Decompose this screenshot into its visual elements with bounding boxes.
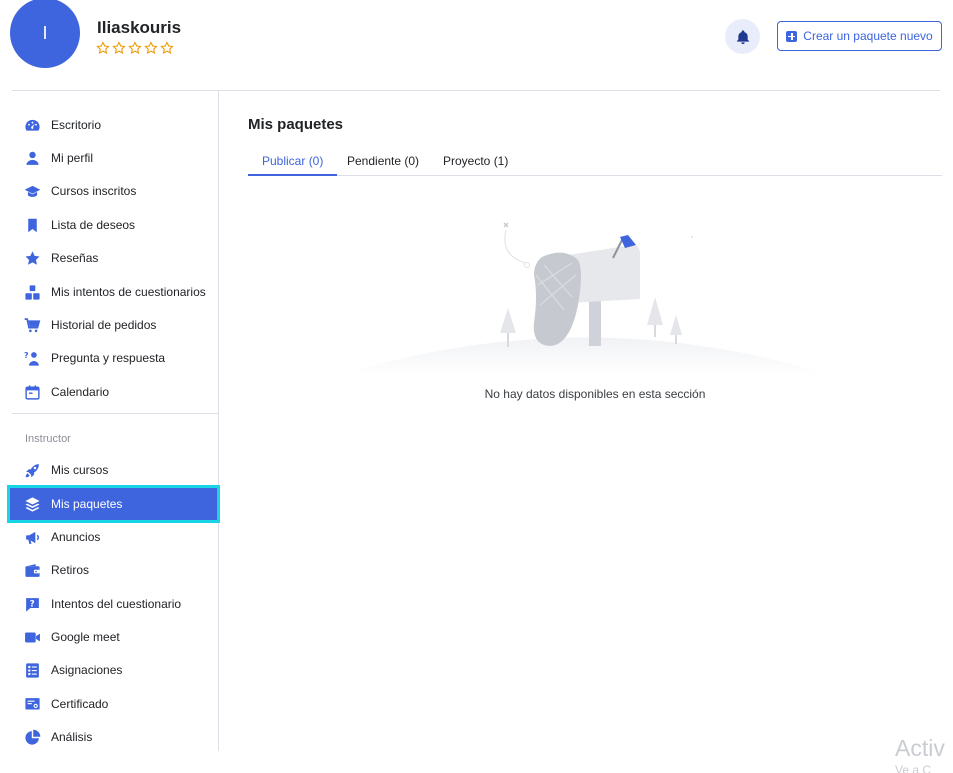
quiz-attempts-icon (25, 284, 40, 300)
dashboard-icon (25, 119, 40, 131)
sidebar: Escritorio Mi perfil Cursos inscritos Li… (0, 91, 220, 753)
rating-stars (96, 41, 174, 55)
sidebar-item-label: Análisis (51, 730, 93, 744)
sidebar-item-historial-pedidos[interactable]: Historial de pedidos (10, 309, 217, 341)
sidebar-item-google-meet[interactable]: Google meet (10, 621, 217, 653)
create-bundle-label: Crear un paquete nuevo (803, 29, 933, 43)
sidebar-item-label: Mis cursos (51, 463, 109, 477)
sidebar-item-label: Retiros (51, 563, 90, 577)
star-icon (25, 250, 40, 265)
sidebar-item-label: Escritorio (51, 118, 102, 132)
sidebar-item-label: Asignaciones (51, 663, 123, 677)
sidebar-item-resenas[interactable]: Reseñas (10, 242, 217, 274)
avatar[interactable]: I (10, 0, 80, 68)
bundle-tabs: Publicar (0) Pendiente (0) Proyecto (1) (248, 150, 942, 176)
sidebar-item-label: Certificado (51, 697, 109, 711)
layers-icon (25, 496, 40, 512)
assignment-icon (26, 662, 39, 678)
sidebar-item-escritorio[interactable]: Escritorio (10, 109, 217, 141)
sidebar-item-analisis[interactable]: Análisis (10, 721, 217, 753)
page-title: Mis paquetes (248, 116, 344, 133)
sidebar-item-label: Mis paquetes (51, 497, 123, 511)
create-bundle-button[interactable]: Crear un paquete nuevo (777, 21, 942, 51)
wallet-icon (25, 563, 40, 577)
empty-state-message: No hay datos disponibles en esta sección (484, 387, 706, 401)
notifications-button[interactable] (725, 19, 760, 54)
sidebar-item-label: Pregunta y respuesta (51, 351, 166, 365)
svg-text:?: ? (24, 350, 29, 359)
star-outline-icon (112, 41, 126, 55)
bell-icon (736, 29, 749, 44)
sidebar-item-anuncios[interactable]: Anuncios (10, 521, 217, 553)
sidebar-item-label: Calendario (51, 385, 110, 399)
sidebar-item-mis-intentos[interactable]: Mis intentos de cuestionarios (10, 276, 217, 308)
sidebar-item-lista-de-deseos[interactable]: Lista de deseos (10, 209, 217, 241)
sidebar-item-label: Reseñas (51, 251, 99, 265)
sidebar-item-mis-paquetes[interactable]: Mis paquetes (7, 485, 220, 523)
profile-name: Iliaskouris (97, 18, 182, 37)
rocket-icon (25, 463, 39, 477)
sidebar-item-mis-cursos[interactable]: Mis cursos (10, 454, 217, 486)
profile-header: I Iliaskouris Crear un paquete nuevo (0, 0, 953, 91)
star-outline-icon (144, 41, 158, 55)
tab-proyecto[interactable]: Proyecto (1) (429, 150, 522, 176)
megaphone-icon (26, 531, 39, 544)
windows-activation-watermark: Activ (895, 735, 945, 761)
sidebar-item-asignaciones[interactable]: Asignaciones (10, 654, 217, 686)
qa-icon: ? (24, 350, 39, 366)
user-icon (26, 151, 39, 165)
sidebar-item-pregunta-respuesta[interactable]: ? Pregunta y respuesta (10, 342, 217, 374)
star-outline-icon (128, 41, 142, 55)
windows-activation-watermark-sub: Ve a C (895, 763, 932, 773)
bookmark-icon (28, 218, 37, 232)
star-outline-icon (160, 41, 174, 55)
video-camera-icon (25, 632, 40, 642)
sidebar-item-label: Cursos inscritos (51, 184, 137, 198)
star-outline-icon (96, 41, 110, 55)
plus-square-icon (786, 30, 798, 42)
sidebar-item-mi-perfil[interactable]: Mi perfil (10, 142, 217, 174)
certificate-icon (25, 697, 40, 709)
sidebar-section-instructor: Instructor (25, 433, 71, 445)
svg-text:?: ? (30, 599, 35, 609)
sidebar-divider (12, 413, 218, 414)
sidebar-item-cursos-inscritos[interactable]: Cursos inscritos (10, 175, 217, 207)
sidebar-item-retiros[interactable]: Retiros (10, 554, 217, 586)
graduation-cap-icon (24, 185, 41, 197)
sidebar-item-certificado[interactable]: Certificado (10, 688, 217, 720)
sidebar-item-label: Google meet (51, 630, 120, 644)
sidebar-item-calendario[interactable]: Calendario (10, 376, 217, 408)
sidebar-item-label: Mis intentos de cuestionarios (51, 285, 206, 299)
sidebar-item-label: Lista de deseos (51, 218, 136, 232)
pie-chart-icon (25, 729, 41, 745)
sidebar-item-intentos-cuestionario[interactable]: ? Intentos del cuestionario (10, 588, 217, 620)
sidebar-item-label: Anuncios (51, 530, 101, 544)
sidebar-item-label: Historial de pedidos (51, 318, 157, 332)
sidebar-item-label: Intentos del cuestionario (51, 597, 182, 611)
tab-pendiente[interactable]: Pendiente (0) (333, 150, 433, 176)
sidebar-item-label: Mi perfil (51, 151, 94, 165)
cart-icon (24, 317, 41, 332)
question-icon: ? (26, 597, 39, 612)
tab-publicar[interactable]: Publicar (0) (248, 150, 338, 176)
calendar-icon (25, 384, 40, 400)
empty-mailbox-illustration (340, 222, 830, 375)
